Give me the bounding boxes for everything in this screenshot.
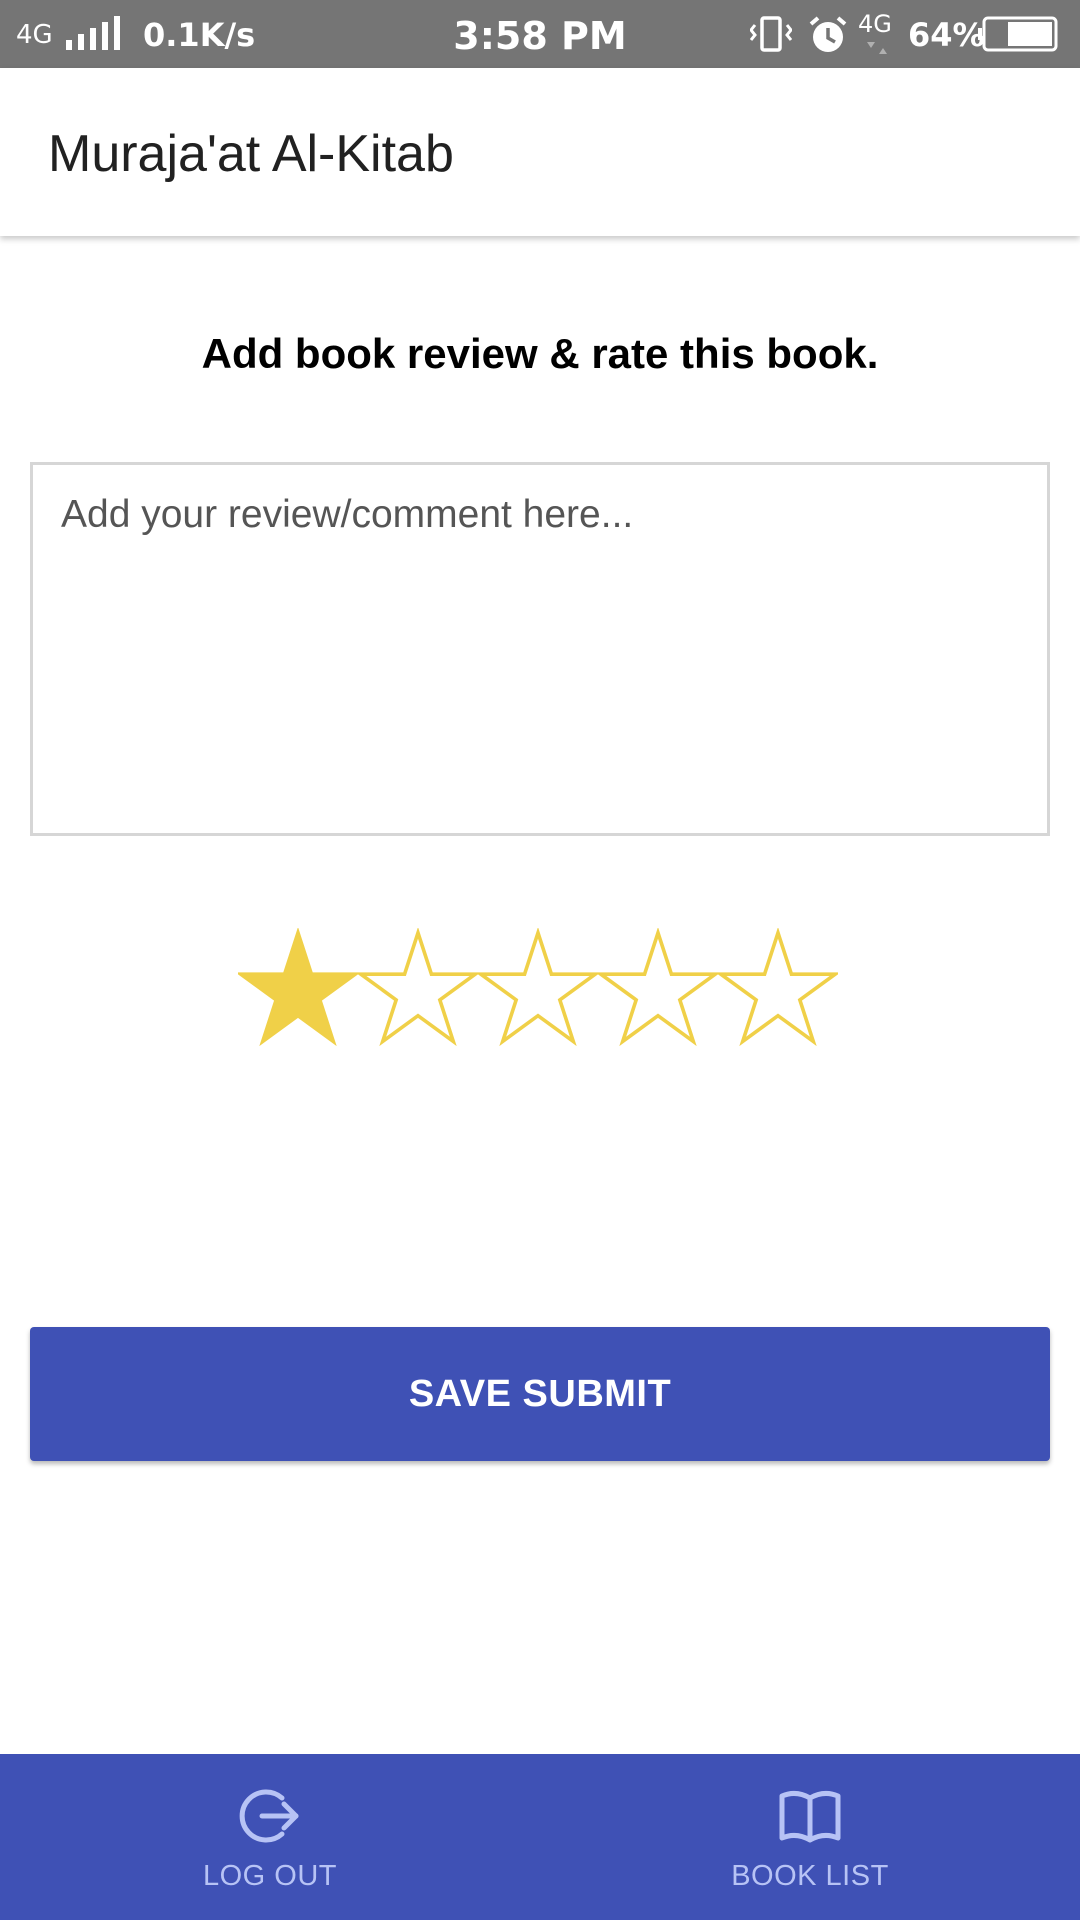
app-bar: Muraja'at Al-Kitab <box>0 68 1080 236</box>
bottom-nav: LOG OUT BOOK LIST <box>0 1754 1080 1920</box>
page-heading: Add book review & rate this book. <box>201 330 879 377</box>
rating-star-5[interactable] <box>718 928 838 1048</box>
battery-percent: 64% <box>908 16 985 54</box>
rating-star-4[interactable] <box>598 928 718 1048</box>
star-outline-icon <box>358 928 478 1047</box>
nav-item-book-list[interactable]: BOOK LIST <box>540 1754 1080 1920</box>
star-rating <box>238 928 842 1048</box>
battery-icon <box>978 16 1058 52</box>
rating-star-1[interactable] <box>238 928 358 1048</box>
star-outline-icon <box>718 928 838 1047</box>
nav-label-logout: LOG OUT <box>202 1860 337 1892</box>
star-outline-icon <box>598 928 718 1047</box>
star-filled-icon <box>238 928 358 1047</box>
rating-star-2[interactable] <box>358 928 478 1048</box>
nav-label-book-list: BOOK LIST <box>731 1860 889 1892</box>
logout-icon <box>239 1789 299 1843</box>
review-input[interactable] <box>30 462 1050 836</box>
rating-star-3[interactable] <box>478 928 598 1048</box>
app-title: Muraja'at Al-Kitab <box>48 125 454 183</box>
alarm-icon <box>809 16 847 52</box>
save-submit-button[interactable]: SAVE SUBMIT <box>30 1327 1050 1461</box>
nav-item-logout[interactable]: LOG OUT <box>0 1754 540 1920</box>
star-outline-icon <box>478 928 598 1047</box>
data-arrows-icon <box>867 42 887 54</box>
network-type-secondary: 4G <box>858 10 892 38</box>
book-icon <box>779 1790 841 1843</box>
vibrate-icon <box>750 16 792 52</box>
status-bar: 4G 0.1K/s 3:58 PM 4G 64% <box>0 0 1080 68</box>
